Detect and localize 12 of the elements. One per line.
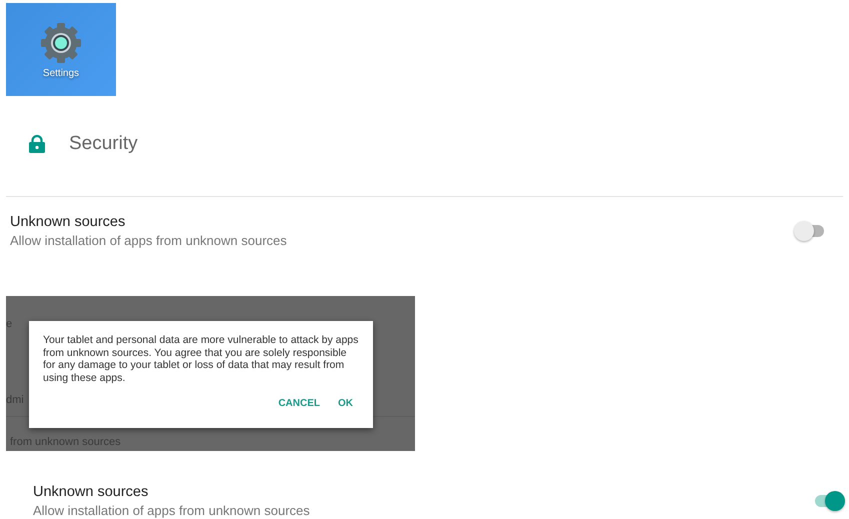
setting-description: Allow installation of apps from unknown sources — [10, 233, 288, 248]
lock-icon — [29, 135, 45, 153]
setting-title: Unknown sources — [10, 214, 126, 230]
cancel-button[interactable]: CANCEL — [272, 396, 326, 411]
section-title: Security — [69, 133, 138, 155]
app-label: Settings — [42, 68, 80, 79]
setting-title: Unknown sources — [33, 484, 150, 500]
setting-description: Allow installation of apps from unknown sources — [33, 503, 311, 518]
gear-icon — [38, 20, 84, 66]
app-icon-tile[interactable]: Settings — [6, 3, 116, 96]
ok-button[interactable]: OK — [332, 396, 359, 411]
dialog-message: Your tablet and personal data are more vulnerable to attack by apps from unknown sources. You agree that you are solely responsible for any damage to your tablet or loss of data that may result from using these apps. — [43, 334, 359, 384]
